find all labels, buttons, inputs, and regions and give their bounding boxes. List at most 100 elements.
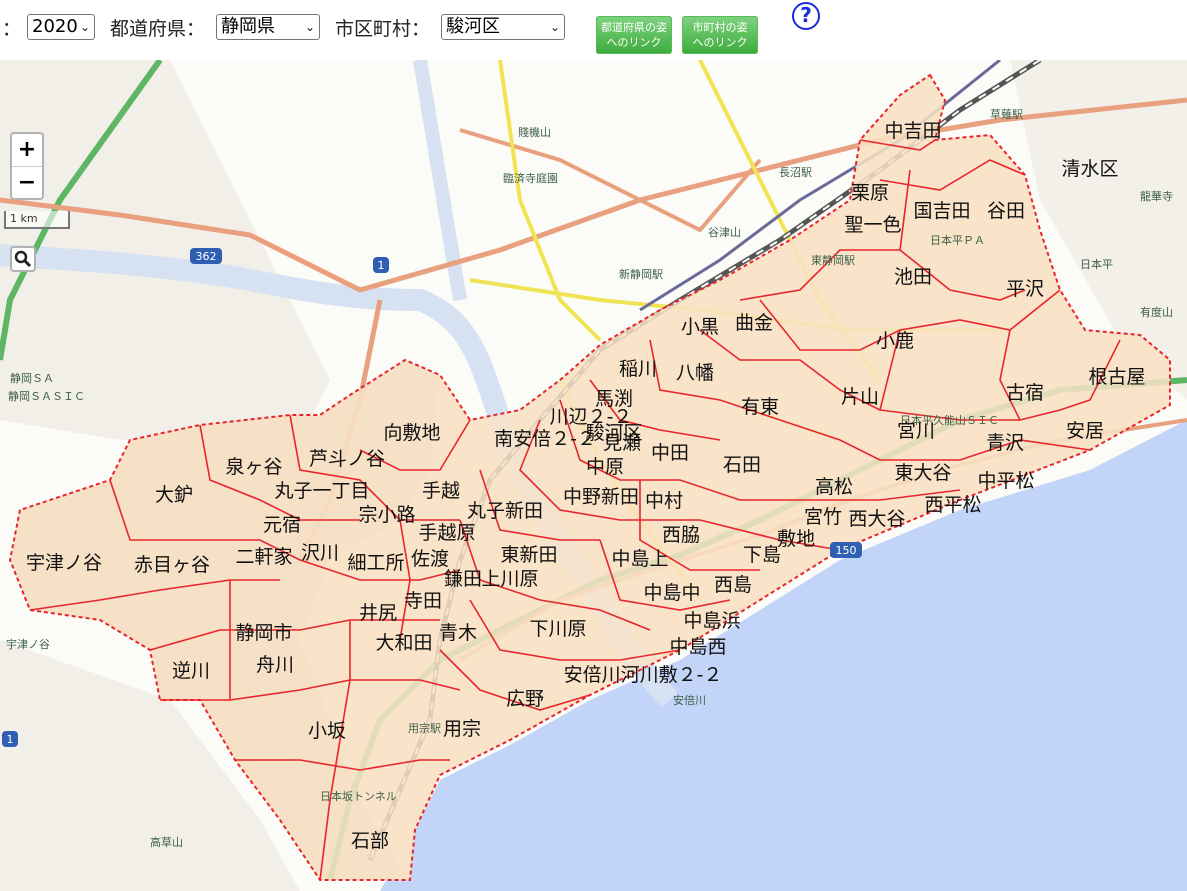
toolbar-prefix: ：: [2, 18, 22, 40]
zoom-in-button[interactable]: +: [12, 134, 42, 167]
area-label: 安倍川河川敷２-２: [564, 664, 723, 686]
map-feature-label: 安倍川: [673, 693, 706, 707]
area-label: 赤目ヶ谷: [134, 554, 210, 576]
area-label: 手越原: [418, 522, 475, 544]
road-shield: 1: [2, 731, 18, 747]
area-label: 聖一色: [844, 214, 901, 236]
area-label: 池田: [894, 266, 932, 288]
map-feature-label: 日本平: [1080, 257, 1113, 271]
zoom-out-button[interactable]: −: [12, 167, 42, 199]
area-label: 青木: [439, 622, 477, 644]
area-label: 稲川: [619, 358, 657, 380]
area-label: 鎌田: [444, 568, 482, 590]
city-profile-link[interactable]: 市町村の姿 へのリンク: [682, 16, 758, 54]
area-label: 中島中: [643, 582, 700, 604]
area-label: 中平松: [977, 470, 1034, 492]
area-label: 向敷地: [383, 422, 440, 444]
map-feature-label: 日本平ＰＡ: [930, 233, 985, 247]
area-label: 小坂: [308, 720, 346, 742]
area-label: 佐渡: [411, 548, 449, 570]
area-label: 舟川: [256, 654, 294, 676]
area-label: 宗小路: [358, 504, 415, 526]
area-label: 中原: [586, 456, 624, 478]
area-label: 石田: [723, 454, 761, 476]
area-label: 芦斗ノ谷: [309, 448, 385, 470]
area-label: 中田: [651, 442, 689, 464]
area-label: 青沢: [986, 432, 1024, 454]
map-canvas[interactable]: 臨済寺庭園 長沼駅 新静岡駅 東静岡駅 谷津山 日本平ＰＡ 日本平 有度山 龍華寺 静岡ＳＡ 静岡Ｓ…: [0, 60, 1187, 891]
area-label: 古宿: [1006, 382, 1044, 404]
area-label: 用宗: [443, 718, 481, 740]
area-label: 谷田: [987, 200, 1025, 222]
area-label: 西島: [714, 574, 752, 596]
road-shield: 362: [190, 248, 222, 264]
area-label: 曲金: [735, 312, 773, 334]
area-label: 片山: [841, 386, 879, 408]
area-label: 宇津ノ谷: [26, 552, 102, 574]
year-select[interactable]: 2020 ⌄: [27, 14, 95, 40]
help-icon[interactable]: ?: [792, 2, 820, 30]
area-label: 丸子新田: [467, 500, 543, 522]
scale-bar: 1 km: [4, 211, 70, 229]
area-label: 沢川: [301, 542, 339, 564]
area-label: 平沢: [1006, 278, 1044, 300]
map-feature-label: 龍華寺: [1140, 189, 1173, 203]
area-label: 石部: [351, 830, 389, 852]
map-feature-label: 谷津山: [708, 226, 741, 239]
area-label: 静岡市: [235, 622, 292, 644]
road-shield-number: 1: [378, 259, 385, 272]
area-label: 東大谷: [894, 462, 951, 484]
area-label: 栗原: [851, 182, 889, 204]
city-select[interactable]: 駿河区 ⌄: [441, 14, 565, 40]
map-feature-label: 高草山: [150, 835, 183, 849]
map-feature-label: 有度山: [1140, 305, 1173, 319]
prefecture-select[interactable]: 静岡県 ⌄: [216, 14, 320, 40]
area-label: 中野新田: [563, 486, 639, 508]
map-search-button[interactable]: [10, 246, 36, 272]
map-feature-label: 臨済寺庭園: [503, 171, 558, 185]
area-label: 東新田: [500, 544, 557, 566]
area-label: 見瀬: [603, 432, 641, 454]
area-label: 井尻: [359, 602, 397, 624]
area-label: 国吉田: [913, 200, 970, 222]
area-label: 泉ヶ谷: [225, 456, 282, 478]
map-feature-label: 草薙駅: [990, 108, 1023, 121]
area-label: 寺田: [404, 590, 442, 612]
chevron-down-icon: ⌄: [549, 20, 560, 34]
road-shield-number: 1: [7, 733, 14, 746]
area-label: 西大谷: [848, 508, 905, 530]
area-label: 八幡: [676, 362, 714, 384]
area-label: 大和田: [375, 632, 432, 654]
prefecture-profile-link[interactable]: 都道府県の姿 へのリンク: [596, 16, 672, 54]
road-shield: 150: [830, 542, 862, 558]
map-feature-label: 新静岡駅: [619, 267, 663, 281]
area-label: 大鈩: [155, 483, 193, 506]
city-link-line1: 市町村の姿: [692, 21, 748, 34]
chevron-down-icon: ⌄: [304, 20, 315, 34]
area-label: 広野: [506, 688, 544, 710]
prefecture-link-line1: 都道府県の姿: [601, 21, 667, 34]
area-label: 清水区: [1061, 158, 1118, 180]
map-feature-label: 静岡ＳＡ: [10, 371, 54, 385]
area-label: 中吉田: [884, 120, 941, 142]
road-shield-number: 362: [196, 250, 217, 263]
map-feature-label: 東静岡駅: [811, 253, 855, 267]
city-link-line2: へのリンク: [692, 36, 748, 49]
area-label: 下川原: [529, 618, 586, 640]
area-label: 小鹿: [876, 330, 914, 352]
toolbar: ： 2020 ⌄ 都道府県： 静岡県 ⌄ 市区町村： 駿河区 ⌄ 都道府県の姿 …: [0, 0, 1187, 60]
area-label: 有東: [741, 396, 779, 418]
search-icon: [14, 250, 32, 268]
area-label: 下島: [743, 544, 781, 566]
map-feature-label: 賤機山: [518, 125, 551, 139]
zoom-control: + −: [10, 132, 44, 200]
map-feature-label: 長沼駅: [779, 165, 812, 179]
area-label: 西脇: [662, 524, 700, 546]
road-shield: 1: [373, 257, 389, 273]
area-label: 中島上: [611, 548, 668, 570]
area-label: 宮竹: [804, 506, 842, 528]
prefecture-link-line2: へのリンク: [606, 36, 662, 49]
area-label: 上川原: [481, 568, 538, 590]
area-label: 小黒: [681, 316, 719, 338]
year-select-value: 2020: [32, 16, 78, 37]
